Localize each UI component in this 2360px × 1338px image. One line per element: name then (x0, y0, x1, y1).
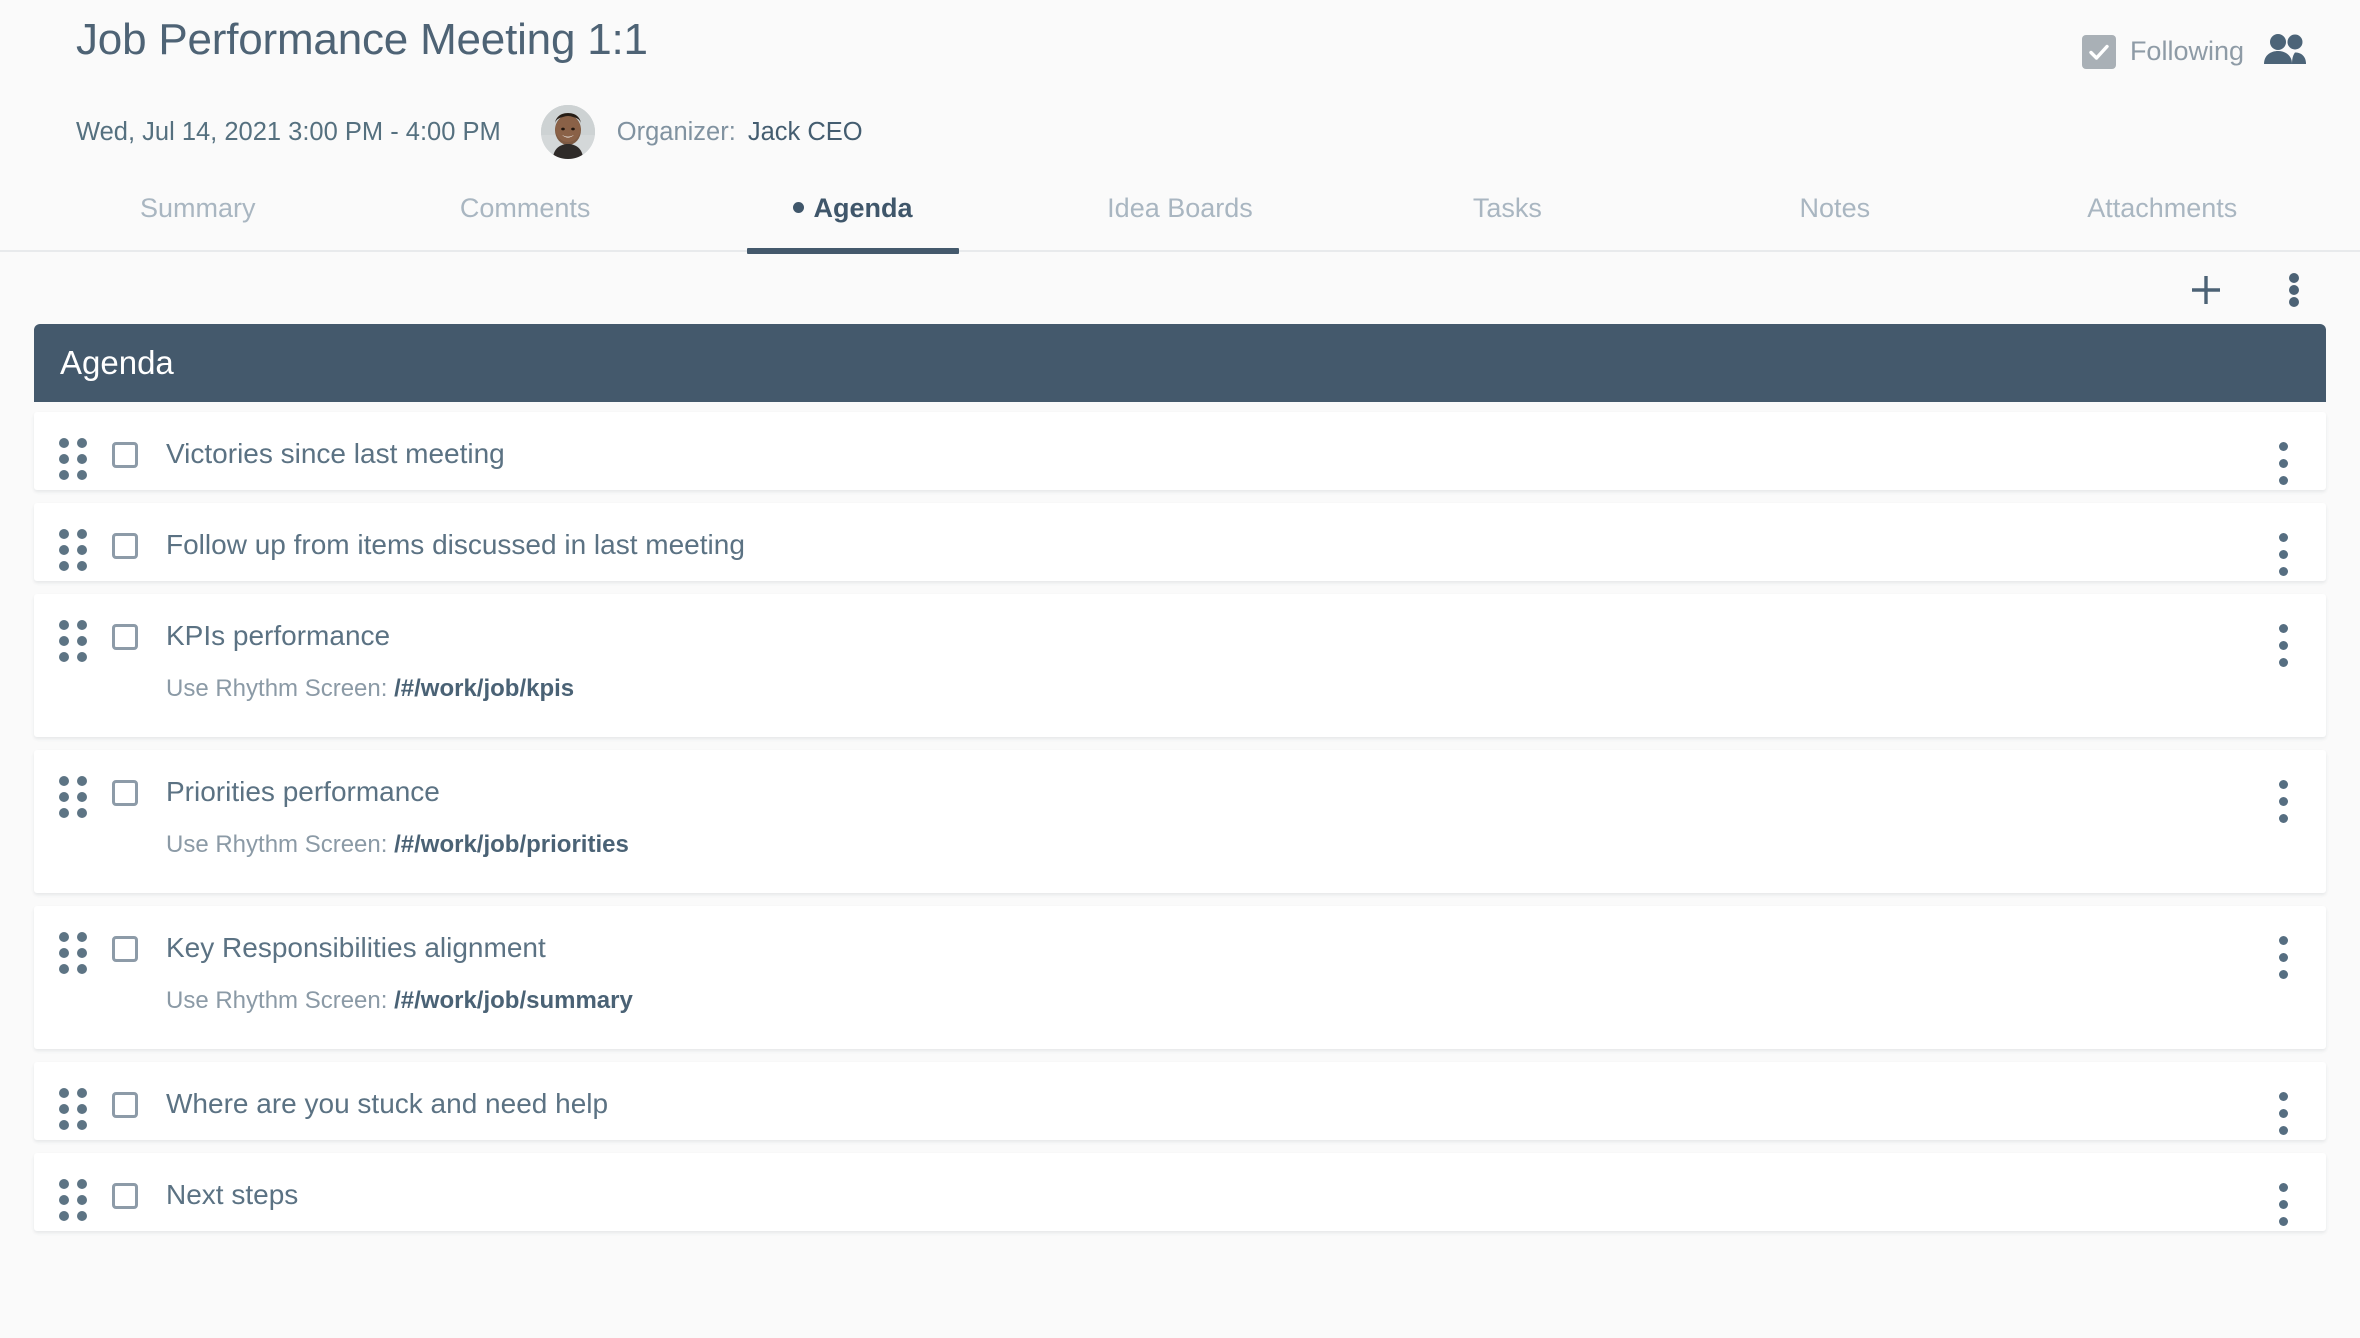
rhythm-screen-path[interactable]: /#/work/job/summary (394, 987, 633, 1014)
tab-agenda[interactable]: Agenda (689, 179, 1016, 250)
agenda-item-body: Priorities performance Use Rhythm Screen… (138, 750, 2240, 857)
agenda-item-more-icon[interactable] (2240, 1062, 2326, 1135)
tab-tasks[interactable]: Tasks (1344, 179, 1671, 250)
drag-handle-icon[interactable] (34, 1153, 112, 1221)
tab-comments-label: Comments (459, 193, 591, 223)
agenda-item-subtext: Use Rhythm Screen: /#/work/job/prioritie… (166, 806, 2240, 857)
agenda-item-title: Priorities performance (166, 776, 440, 807)
agenda-item-body: Follow up from items discussed in last m… (138, 503, 2240, 559)
tab-notes-label: Notes (1799, 193, 1871, 223)
meeting-datetime: Wed, Jul 14, 2021 3:00 PM - 4:00 PM (76, 117, 501, 146)
tab-attachments[interactable]: Attachments (1999, 179, 2326, 250)
agenda-item-more-icon[interactable] (2240, 594, 2326, 667)
drag-handle-icon[interactable] (34, 503, 112, 571)
tab-bar: Summary Comments Agenda Idea Boards Task… (0, 179, 2360, 252)
rhythm-screen-label: Use Rhythm Screen: (166, 987, 388, 1014)
agenda-item-checkbox[interactable] (112, 936, 138, 962)
agenda-item-row[interactable]: Priorities performance Use Rhythm Screen… (34, 750, 2326, 893)
following-toggle[interactable]: Following (2081, 34, 2244, 69)
rhythm-screen-path[interactable]: /#/work/job/priorities (394, 831, 629, 858)
agenda-item-body: Key Responsibilities alignment Use Rhyth… (138, 906, 2240, 1013)
agenda-item-row[interactable]: Key Responsibilities alignment Use Rhyth… (34, 906, 2326, 1049)
organizer-name[interactable]: Jack CEO (748, 118, 863, 147)
agenda-item-body: Next steps (138, 1153, 2240, 1209)
tab-summary-label: Summary (139, 193, 256, 223)
meeting-meta: Wed, Jul 14, 2021 3:00 PM - 4:00 PM Orga… (34, 101, 2326, 163)
drag-handle-icon[interactable] (34, 906, 112, 974)
rhythm-screen-label: Use Rhythm Screen: (166, 675, 388, 702)
people-icon[interactable] (2262, 32, 2308, 71)
rhythm-screen-label: Use Rhythm Screen: (166, 831, 388, 858)
agenda-item-row[interactable]: Where are you stuck and need help (34, 1062, 2326, 1140)
agenda-item-title: Follow up from items discussed in last m… (166, 529, 745, 560)
agenda-item-more-icon[interactable] (2240, 906, 2326, 979)
agenda-item-checkbox[interactable] (112, 442, 138, 468)
agenda-item-list: Victories since last meeting Follow up f… (34, 402, 2326, 1231)
page-title: Job Performance Meeting 1:1 (76, 15, 648, 64)
agenda-item-checkbox[interactable] (112, 624, 138, 650)
drag-handle-icon[interactable] (34, 594, 112, 662)
agenda-item-body: Victories since last meeting (138, 412, 2240, 468)
agenda-item-title: Next steps (166, 1179, 299, 1210)
tab-idea-boards-label: Idea Boards (1107, 193, 1253, 223)
tab-attachments-label: Attachments (2087, 193, 2238, 223)
agenda-toolbar (0, 252, 2360, 324)
agenda-item-title: Victories since last meeting (166, 438, 505, 469)
organizer-label: Organizer: (616, 117, 736, 146)
follow-controls: Following (2081, 14, 2326, 71)
agenda-item-row[interactable]: KPIs performance Use Rhythm Screen: /#/w… (34, 594, 2326, 737)
tab-tasks-label: Tasks (1472, 193, 1542, 223)
agenda-item-body: Where are you stuck and need help (138, 1062, 2240, 1118)
agenda-item-checkbox[interactable] (112, 1092, 138, 1118)
agenda-item-more-icon[interactable] (2240, 1153, 2326, 1226)
page-header: Job Performance Meeting 1:1 Following We… (0, 0, 2360, 163)
title-row: Job Performance Meeting 1:1 Following (34, 0, 2326, 71)
agenda-item-row[interactable]: Next steps (34, 1153, 2326, 1231)
tab-notes[interactable]: Notes (1671, 179, 1998, 250)
agenda-item-row[interactable]: Follow up from items discussed in last m… (34, 503, 2326, 581)
agenda-item-subtext: Use Rhythm Screen: /#/work/job/kpis (166, 650, 2240, 701)
agenda-item-more-icon[interactable] (2240, 412, 2326, 485)
tab-agenda-label: Agenda (813, 193, 913, 223)
agenda-card-header: Agenda (34, 324, 2326, 402)
agenda-card-title: Agenda (60, 344, 174, 381)
agenda-item-subtext: Use Rhythm Screen: /#/work/job/summary (166, 962, 2240, 1013)
organizer-avatar (540, 105, 595, 159)
agenda-item-checkbox[interactable] (112, 1183, 138, 1209)
plus-icon[interactable] (2184, 268, 2228, 312)
agenda-item-body: KPIs performance Use Rhythm Screen: /#/w… (138, 594, 2240, 701)
agenda-item-title: Key Responsibilities alignment (166, 932, 546, 963)
meeting-detail-page: Job Performance Meeting 1:1 Following We… (0, 0, 2360, 1338)
agenda-item-checkbox[interactable] (112, 533, 138, 559)
drag-handle-icon[interactable] (34, 750, 112, 818)
drag-handle-icon[interactable] (34, 1062, 112, 1130)
tab-summary[interactable]: Summary (34, 179, 361, 250)
agenda-item-more-icon[interactable] (2240, 750, 2326, 823)
more-vertical-icon[interactable] (2272, 268, 2316, 312)
agenda-item-title: KPIs performance (166, 620, 391, 651)
tab-comments[interactable]: Comments (361, 179, 688, 250)
checkmark-icon (2081, 34, 2116, 69)
agenda-item-more-icon[interactable] (2240, 503, 2326, 576)
drag-handle-icon[interactable] (34, 412, 112, 480)
tab-idea-boards[interactable]: Idea Boards (1016, 179, 1343, 250)
active-tab-dot-icon (792, 202, 804, 214)
rhythm-screen-path[interactable]: /#/work/job/kpis (394, 675, 574, 702)
agenda-item-row[interactable]: Victories since last meeting (34, 412, 2326, 490)
following-label: Following (2129, 36, 2244, 66)
agenda-item-checkbox[interactable] (112, 780, 138, 806)
agenda-card: Agenda Victories since last meeting Foll… (34, 324, 2326, 1231)
agenda-item-title: Where are you stuck and need help (166, 1088, 609, 1119)
